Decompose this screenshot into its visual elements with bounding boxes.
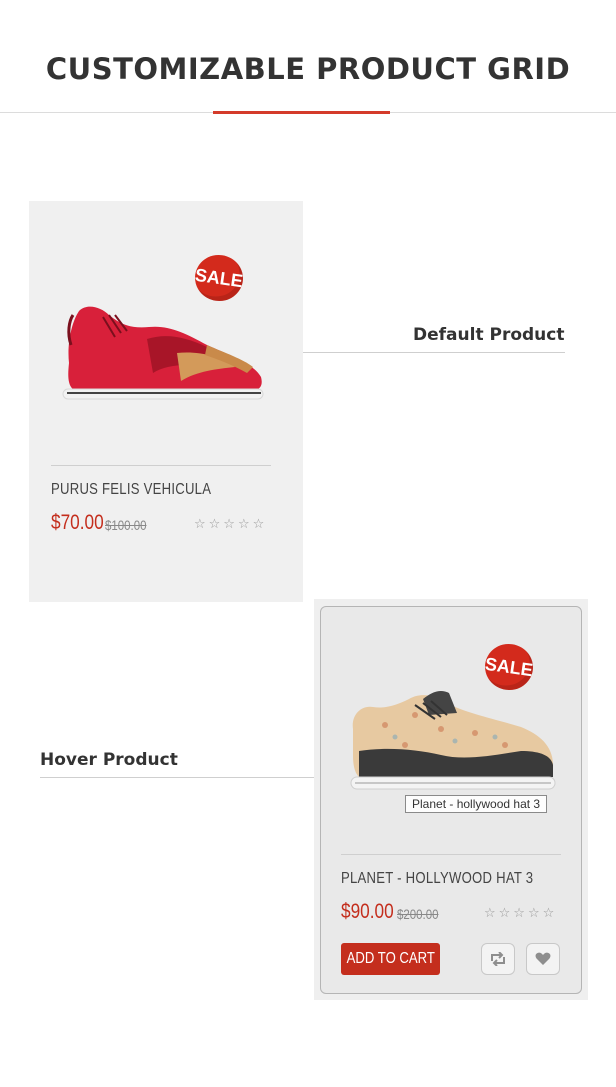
rating-stars: ☆☆☆☆☆ [194, 516, 268, 531]
add-to-cart-label: ADD TO CART [346, 950, 435, 967]
page-title: CUSTOMIZABLE PRODUCT GRID [45, 52, 571, 86]
product-old-price: $100.00 [105, 517, 147, 533]
red-sneaker-image[interactable] [57, 293, 269, 403]
product-name[interactable]: PLANET - HOLLYWOOD HAT 3 [341, 870, 533, 888]
tan-sneaker-image[interactable] [345, 685, 557, 797]
card-divider [341, 854, 561, 855]
product-name[interactable]: PURUS FELIS VEHICULA [51, 481, 211, 499]
wishlist-button[interactable] [526, 943, 560, 975]
hover-product-card[interactable]: SALE Planet - hollywood hat 3 PLANET - H… [314, 599, 588, 1000]
product-price: $70.00 [51, 511, 104, 534]
product-tooltip: Planet - hollywood hat 3 [405, 795, 548, 813]
hover-product-panel[interactable]: SALE Planet - hollywood hat 3 PLANET - H… [320, 606, 582, 994]
product-price: $90.00 [341, 900, 394, 923]
default-product-label-line [303, 352, 565, 353]
rating-stars: ☆☆☆☆☆ [484, 905, 558, 920]
add-to-cart-button[interactable]: ADD TO CART [341, 943, 440, 975]
compare-button[interactable] [481, 943, 515, 975]
refresh-icon [491, 952, 505, 966]
title-accent-bar [213, 111, 390, 114]
default-product-label: Default Product [413, 325, 565, 345]
hover-product-label-line [40, 777, 314, 778]
product-old-price: $200.00 [397, 906, 439, 922]
heart-icon [535, 952, 551, 965]
default-product-card[interactable]: SALE PURUS FELIS VEHICULA $70.00 $100.00… [29, 201, 303, 602]
card-divider [51, 465, 271, 466]
hover-product-label: Hover Product [40, 750, 178, 770]
